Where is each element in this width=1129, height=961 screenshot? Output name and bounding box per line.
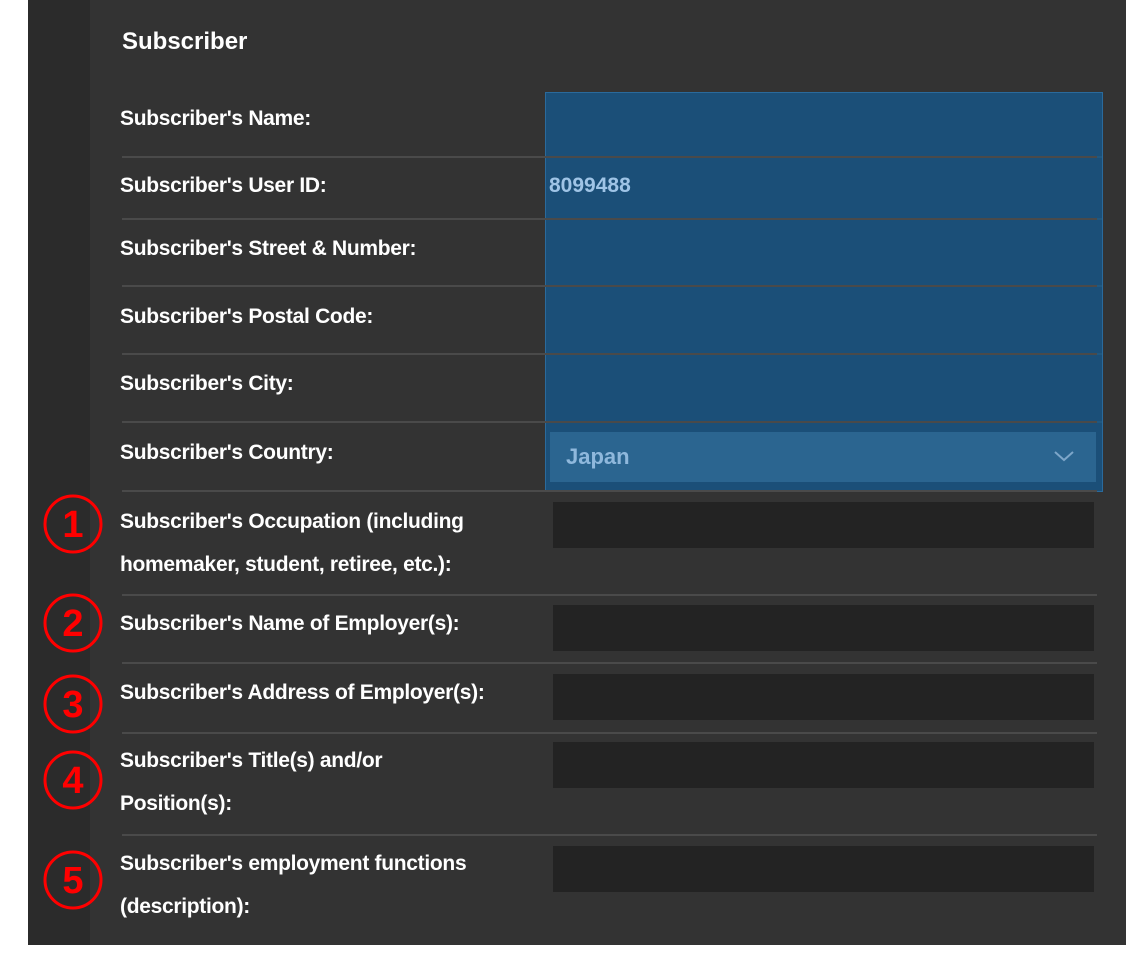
marker-number: 3 xyxy=(62,684,83,726)
occupation-label-line2: homemaker, student, retiree, etc.): xyxy=(120,553,452,576)
number-marker-4: 4 xyxy=(43,750,103,810)
number-marker-2: 2 xyxy=(43,593,103,653)
row-divider xyxy=(122,285,1097,287)
employment-functions-label-line2: (description): xyxy=(120,895,250,918)
occupation-label-line1: Subscriber's Occupation (including xyxy=(120,510,464,533)
postal-code-label: Subscriber's Postal Code: xyxy=(120,305,374,328)
street-label: Subscriber's Street & Number: xyxy=(120,237,417,260)
title-position-input[interactable] xyxy=(553,742,1094,788)
marker-number: 4 xyxy=(62,760,83,802)
occupation-input[interactable] xyxy=(553,502,1094,548)
name-label: Subscriber's Name: xyxy=(120,107,312,130)
number-marker-5: 5 xyxy=(43,850,103,910)
row-divider xyxy=(122,834,1097,836)
number-marker-3: 3 xyxy=(43,674,103,734)
country-select[interactable]: Japan xyxy=(550,432,1096,482)
row-divider xyxy=(122,594,1097,596)
employment-functions-input[interactable] xyxy=(553,846,1094,892)
country-selected-value: Japan xyxy=(566,444,630,469)
user-id-label: Subscriber's User ID: xyxy=(120,174,327,197)
number-marker-1: 1 xyxy=(43,494,103,554)
chevron-down-icon xyxy=(1054,451,1074,462)
title-position-label-line1: Subscriber's Title(s) and/or xyxy=(120,749,383,772)
user-id-value: 8099488 xyxy=(549,174,631,197)
city-label: Subscriber's City: xyxy=(120,372,294,395)
employment-functions-label-line1: Subscriber's employment functions xyxy=(120,852,467,875)
row-divider xyxy=(122,421,1097,423)
marker-number: 5 xyxy=(62,860,83,902)
employer-address-label: Subscriber's Address of Employer(s): xyxy=(120,681,485,704)
row-divider xyxy=(122,490,1097,492)
row-divider xyxy=(122,732,1097,734)
title-position-label-line2: Position(s): xyxy=(120,792,232,815)
row-divider xyxy=(122,662,1097,664)
employer-address-input[interactable] xyxy=(553,674,1094,720)
row-divider xyxy=(122,156,1097,158)
section-title: Subscriber xyxy=(122,28,248,55)
marker-number: 1 xyxy=(62,504,83,546)
employer-name-input[interactable] xyxy=(553,605,1094,651)
row-divider xyxy=(122,353,1097,355)
row-divider xyxy=(122,218,1097,220)
employer-name-label: Subscriber's Name of Employer(s): xyxy=(120,612,460,635)
marker-number: 2 xyxy=(62,603,83,645)
country-label: Subscriber's Country: xyxy=(120,441,334,464)
